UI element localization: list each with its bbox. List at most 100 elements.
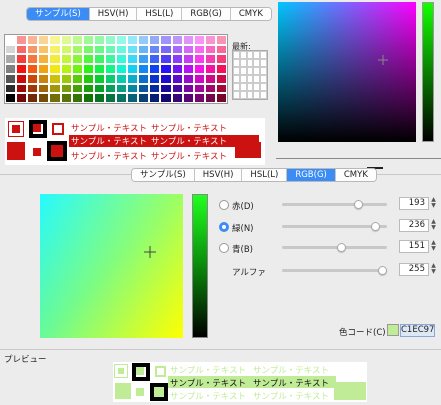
recent-swatch-cell[interactable] — [253, 59, 261, 67]
swatch-cell[interactable] — [93, 64, 105, 74]
swatch-cell[interactable] — [138, 44, 150, 55]
recent-swatch-cell[interactable] — [233, 59, 240, 67]
swatch-cell[interactable] — [5, 83, 17, 94]
swatch-cell[interactable] — [193, 73, 205, 84]
value-bar-top[interactable] — [422, 2, 434, 142]
swatch-cell[interactable] — [215, 73, 227, 84]
swatch-cell[interactable] — [71, 93, 83, 103]
recent-swatch-cell[interactable] — [253, 75, 261, 83]
recent-swatch-cell[interactable] — [246, 51, 254, 59]
swatch-cell[interactable] — [215, 35, 227, 45]
tab-sample[interactable]: サンプル(S) — [132, 169, 195, 181]
swatch-cell[interactable] — [93, 73, 105, 84]
swatch-cell[interactable] — [82, 64, 94, 74]
swatch-cell[interactable] — [182, 93, 194, 103]
swatch-cell[interactable] — [38, 44, 50, 55]
swatch-cell[interactable] — [160, 73, 172, 84]
swatch-cell[interactable] — [104, 35, 116, 45]
swatch-cell[interactable] — [49, 64, 61, 74]
swatch-cell[interactable] — [16, 73, 28, 84]
recent-swatch-cell[interactable] — [260, 75, 267, 83]
swatch-cell[interactable] — [127, 73, 139, 84]
recent-swatch-cell[interactable] — [239, 67, 247, 75]
value-field-blue[interactable]: 151 — [399, 240, 429, 253]
slider-knob-blue[interactable] — [337, 243, 346, 252]
swatch-cell[interactable] — [16, 35, 28, 45]
swatch-cell[interactable] — [204, 93, 216, 103]
swatch-cell[interactable] — [5, 73, 17, 84]
swatch-cell[interactable] — [116, 64, 128, 74]
swatch-cell[interactable] — [16, 93, 28, 103]
swatch-cell[interactable] — [149, 64, 161, 74]
recent-swatch-cell[interactable] — [246, 67, 254, 75]
swatch-cell[interactable] — [27, 83, 39, 94]
tab-rgb[interactable]: RGB(G) — [287, 169, 336, 181]
swatch-cell[interactable] — [138, 35, 150, 45]
swatch-cell[interactable] — [171, 54, 183, 65]
swatch-cell[interactable] — [149, 83, 161, 94]
swatch-cell[interactable] — [60, 73, 72, 84]
swatch-cell[interactable] — [60, 54, 72, 65]
recent-swatch-cell[interactable] — [253, 51, 261, 59]
channel-bar[interactable] — [192, 194, 208, 338]
swatch-cell[interactable] — [149, 54, 161, 65]
swatch-cell[interactable] — [104, 93, 116, 103]
swatch-cell[interactable] — [182, 64, 194, 74]
swatch-cell[interactable] — [204, 64, 216, 74]
color-code-input[interactable]: C1EC97 — [400, 324, 435, 337]
slider-knob-alpha[interactable] — [378, 266, 387, 275]
swatch-cell[interactable] — [104, 44, 116, 55]
recent-swatch-cell[interactable] — [233, 83, 240, 91]
value-field-green[interactable]: 236 — [399, 219, 429, 232]
radio-blue[interactable] — [219, 243, 229, 253]
swatch-cell[interactable] — [138, 83, 150, 94]
swatch-cell[interactable] — [49, 35, 61, 45]
swatch-cell[interactable] — [82, 35, 94, 45]
swatch-cell[interactable] — [27, 93, 39, 103]
swatch-cell[interactable] — [204, 73, 216, 84]
swatch-cell[interactable] — [171, 93, 183, 103]
swatch-cell[interactable] — [182, 35, 194, 45]
swatch-cell[interactable] — [71, 54, 83, 65]
swatch-cell[interactable] — [16, 64, 28, 74]
tab-hsl[interactable]: HSL(L) — [242, 169, 288, 181]
radio-red[interactable] — [219, 200, 229, 210]
swatch-cell[interactable] — [82, 44, 94, 55]
swatch-cell[interactable] — [38, 35, 50, 45]
swatch-cell[interactable] — [116, 44, 128, 55]
recent-swatch-cell[interactable] — [233, 75, 240, 83]
recent-swatch-cell[interactable] — [239, 91, 247, 99]
swatch-cell[interactable] — [5, 35, 17, 45]
recent-swatch-cell[interactable] — [233, 91, 240, 99]
value-field-red[interactable]: 193 — [399, 197, 429, 210]
swatch-cell[interactable] — [204, 54, 216, 65]
swatch-cell[interactable] — [93, 35, 105, 45]
swatch-cell[interactable] — [16, 54, 28, 65]
swatch-cell[interactable] — [193, 35, 205, 45]
tab-cmyk[interactable]: CMYK — [335, 169, 376, 181]
swatch-cell[interactable] — [193, 83, 205, 94]
recent-swatch-cell[interactable] — [246, 75, 254, 83]
swatch-cell[interactable] — [93, 83, 105, 94]
slider-alpha[interactable] — [282, 269, 387, 272]
swatch-cell[interactable] — [204, 83, 216, 94]
swatch-cell[interactable] — [171, 35, 183, 45]
swatch-cell[interactable] — [193, 54, 205, 65]
recent-swatch-cell[interactable] — [246, 59, 254, 67]
recent-swatch-cell[interactable] — [253, 83, 261, 91]
swatch-cell[interactable] — [38, 73, 50, 84]
swatch-cell[interactable] — [38, 83, 50, 94]
swatch-cell[interactable] — [171, 64, 183, 74]
swatch-cell[interactable] — [160, 93, 172, 103]
swatch-cell[interactable] — [193, 44, 205, 55]
swatch-cell[interactable] — [215, 64, 227, 74]
swatch-cell[interactable] — [60, 83, 72, 94]
swatch-cell[interactable] — [82, 93, 94, 103]
swatch-cell[interactable] — [171, 44, 183, 55]
swatch-cell[interactable] — [127, 64, 139, 74]
swatch-cell[interactable] — [82, 73, 94, 84]
swatch-cell[interactable] — [182, 73, 194, 84]
recent-swatch-cell[interactable] — [260, 59, 267, 67]
swatch-cell[interactable] — [104, 54, 116, 65]
tab-rgb-top[interactable]: RGB(G) — [182, 8, 231, 20]
